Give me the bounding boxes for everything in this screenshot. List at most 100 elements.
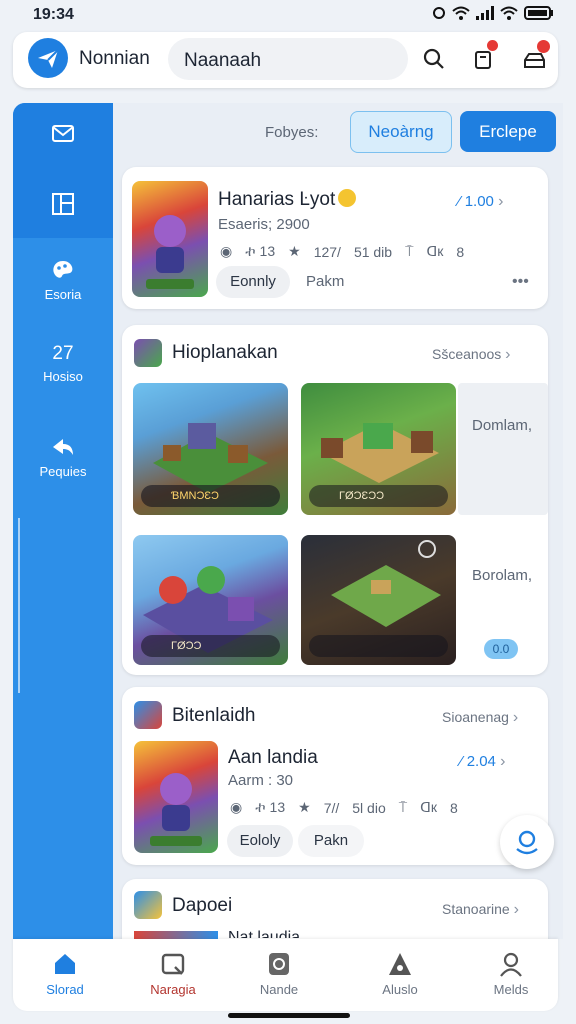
section-title: Hioplanakan xyxy=(172,342,278,363)
chevron-right-icon: › xyxy=(505,346,511,363)
eye-icon: ◉ xyxy=(230,799,243,815)
featured-price[interactable]: ⁄ 1.00 › xyxy=(458,193,503,211)
count-icon: ᗡк xyxy=(420,799,438,815)
nav-item-profile[interactable]: Melds xyxy=(466,951,556,997)
game-tile[interactable]: ΓØƆƐƆƆ xyxy=(301,383,456,515)
user-icon xyxy=(500,952,522,977)
filter-label: Fobyes: xyxy=(265,124,319,141)
section-title: Bitenlaidh xyxy=(172,705,256,726)
notifications-button[interactable] xyxy=(471,40,498,72)
status-bar: 19:34 xyxy=(0,0,576,30)
tile-caption: ƁMNƆƐƆ xyxy=(171,490,219,502)
app-logo[interactable] xyxy=(28,38,68,78)
item-tag-pill[interactable]: Eololy xyxy=(227,825,293,857)
count-icon: ᗡк xyxy=(426,243,444,259)
chevron-right-icon: › xyxy=(500,753,506,770)
nav-item-aluslo[interactable]: Aluslo xyxy=(355,951,445,997)
sidebar-item-layout[interactable] xyxy=(13,193,113,221)
search-input[interactable]: Naanaah xyxy=(168,38,408,80)
item-subtitle: Aarm : 30 xyxy=(228,772,294,789)
alarm-icon xyxy=(433,7,445,19)
tile-side-label: Borolam, xyxy=(472,567,533,584)
see-all-label: Sšceanoos xyxy=(432,346,502,362)
more-icon[interactable]: ••• xyxy=(512,273,529,291)
item-meta: ◉ ኯ 13 ★ 7// 5l dio ⍑ ᗡк 8 xyxy=(230,799,458,816)
layout-icon xyxy=(52,193,74,215)
nav-item-label: Nande xyxy=(259,982,299,997)
wifi-icon xyxy=(500,6,518,20)
featured-secondary-tag[interactable]: Pakm xyxy=(306,273,344,290)
floating-action-button[interactable] xyxy=(500,815,554,869)
featured-meta: ◉ ኯ 13 ★ 127/ 51 dib ⍑ ᗡк 8 xyxy=(220,243,464,260)
character-icon xyxy=(146,215,194,289)
views-value: ኯ 13 xyxy=(255,799,286,815)
app-name: Nonnian xyxy=(79,48,150,69)
nav-item-label: Naragia xyxy=(150,982,196,997)
location-icon xyxy=(516,830,538,855)
sidebar-item-label: Pequies xyxy=(39,464,87,479)
sidebar: Esoria 27 Hosiso Pequies xyxy=(13,103,113,939)
sidebar-item-hosiso[interactable]: 27 Hosiso xyxy=(13,343,113,384)
bottom-nav: Slorad Naragia Nande Aluslo Melds xyxy=(13,939,558,1011)
tile-caption-bar: ΓØƆƆ xyxy=(141,635,280,657)
see-all-label: Stanoarine xyxy=(442,901,510,917)
section-see-all-link[interactable]: Stanoarine › xyxy=(442,901,519,919)
pin-icon: ⍑ xyxy=(405,243,414,259)
price-value: 2.04 xyxy=(466,753,496,770)
home-icon xyxy=(55,954,75,974)
star-icon: ★ xyxy=(288,243,301,259)
section-see-all-link[interactable]: Sšceanoos › xyxy=(432,346,511,364)
featured-tag-pill[interactable]: Eonnly xyxy=(216,266,290,298)
sidebar-item-messages[interactable] xyxy=(13,123,113,151)
game-tile[interactable] xyxy=(301,535,456,665)
featured-thumbnail xyxy=(132,181,208,297)
home-indicator[interactable] xyxy=(228,1013,350,1018)
inbox-button[interactable] xyxy=(521,40,550,72)
section-see-all-link[interactable]: Sioanenag › xyxy=(442,709,518,727)
sidebar-item-label: Hosiso xyxy=(43,369,83,384)
item-price[interactable]: ⁄ 2.04 › xyxy=(460,753,505,771)
price-value: 1.00 xyxy=(464,193,494,210)
eye-icon: ◉ xyxy=(220,243,233,259)
tile-badge[interactable]: 0.0 xyxy=(484,639,518,659)
inbox-badge xyxy=(537,40,550,53)
chevron-right-icon: › xyxy=(498,193,504,210)
palette-icon xyxy=(53,261,73,278)
section-avatar xyxy=(134,339,162,367)
smile-icon xyxy=(338,189,356,207)
sidebar-item-pequies[interactable]: Pequies xyxy=(13,436,113,479)
section-avatar xyxy=(134,891,162,919)
nav-item-label: Aluslo xyxy=(382,982,418,997)
item-secondary-tag[interactable]: Pakn xyxy=(298,825,364,857)
extra-value: 5l dio xyxy=(352,799,386,816)
rating-value: 7// xyxy=(323,799,340,816)
sidebar-item-esoria[interactable]: Esoria xyxy=(13,259,113,302)
sidebar-scrollbar[interactable] xyxy=(18,518,20,693)
filter-option-outline-button[interactable]: Neoàrng xyxy=(350,111,452,153)
section-title: Dapoei xyxy=(172,895,233,916)
battery-icon xyxy=(524,6,553,20)
game-tile[interactable]: ƁMNƆƐƆ xyxy=(133,383,288,515)
rating-value: 127/ xyxy=(313,243,341,260)
nav-item-home[interactable]: Slorad xyxy=(20,951,110,997)
featured-game-card[interactable]: Hanarias Ŀyot Esaeris; 2900 ⁄ 1.00 › ◉ ኯ… xyxy=(122,167,548,309)
search-icon[interactable] xyxy=(421,46,447,72)
nav-item-discover[interactable]: Naragia xyxy=(128,951,218,997)
bookmark-icon xyxy=(269,953,289,975)
section-card-bitenlaidh: Bitenlaidh Sioanenag › Aan landia Aarm :… xyxy=(122,687,548,865)
item-thumbnail[interactable] xyxy=(134,741,218,853)
tile-caption-bar: ΓØƆƐƆƆ xyxy=(309,485,448,507)
views-value: ኯ 13 xyxy=(245,243,276,259)
chevron-right-icon: › xyxy=(513,901,519,918)
see-all-label: Sioanenag xyxy=(442,709,509,725)
filter-option-solid-button[interactable]: Erclepe xyxy=(460,111,556,152)
game-tile[interactable]: ΓØƆƆ xyxy=(133,535,288,665)
tile-side-label: Domlam, xyxy=(472,417,533,434)
tile-caption-bar xyxy=(309,635,448,657)
status-time: 19:34 xyxy=(33,6,74,23)
pin-icon: ⍑ xyxy=(398,799,408,815)
nav-item-nande[interactable]: Nande xyxy=(234,951,324,997)
character-icon xyxy=(150,773,202,846)
tile-caption: ΓØƆƆ xyxy=(171,640,202,652)
mail-send-icon xyxy=(52,125,74,142)
